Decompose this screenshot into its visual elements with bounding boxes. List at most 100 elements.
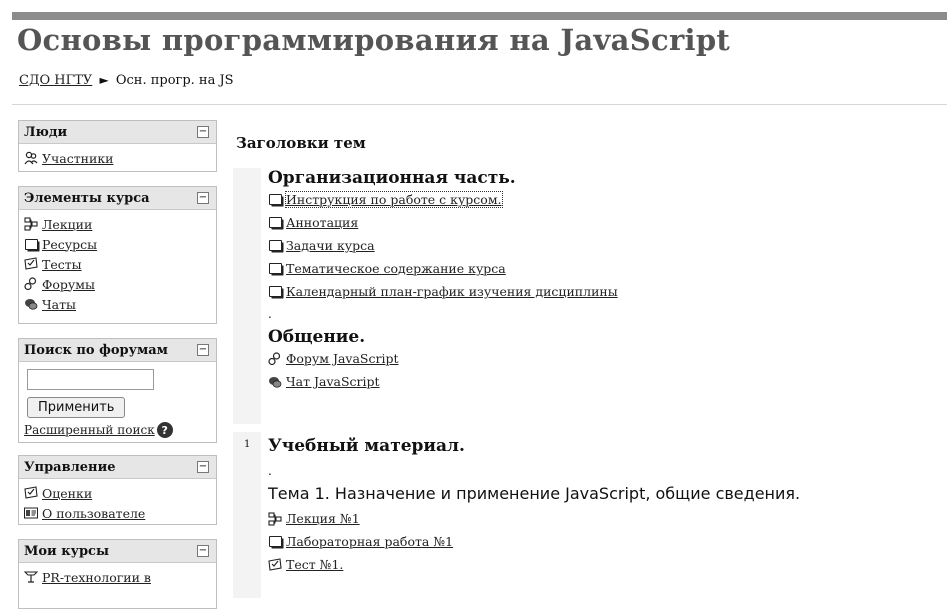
participants-icon [24, 151, 38, 165]
my-courses-block: Мои курсы − PR-технологии в [18, 539, 217, 609]
topic-title: Тема 1. Назначение и применение JavaScri… [268, 484, 801, 503]
forum-link[interactable]: Форум JavaScript [268, 347, 618, 370]
sidebar-item-quizzes[interactable]: Тесты [24, 254, 211, 274]
sidebar-item-label[interactable]: Форумы [42, 277, 95, 292]
chat-icon [268, 375, 282, 389]
section-number: 1 [244, 439, 251, 450]
sidebar-item-label[interactable]: PR-технологии в [42, 570, 151, 585]
resource-icon [268, 193, 282, 207]
administration-block: Управление − Оценки О пользователе [18, 455, 217, 525]
sidebar-item-chats[interactable]: Чаты [24, 294, 211, 314]
resource-icon [268, 285, 282, 299]
separator-dot: . [268, 464, 272, 478]
my-courses-title: Мои курсы [24, 544, 109, 559]
apply-button[interactable]: Применить [27, 397, 126, 418]
resource-link-label[interactable]: Лабораторная работа №1 [286, 534, 453, 549]
sidebar-item-profile[interactable]: О пользователе [24, 503, 211, 523]
sidebar-item-lectures[interactable]: Лекции [24, 214, 211, 234]
sidebar-item-forums[interactable]: Форумы [24, 274, 211, 294]
resource-link[interactable]: Инструкция по работе с курсом. [268, 188, 618, 211]
section-title: Организационная часть. [268, 168, 516, 188]
resource-link-label[interactable]: Календарный план-график изучения дисципл… [286, 284, 618, 299]
breadcrumb: СДО НГТУ ► Осн. прогр. на JS [19, 73, 234, 88]
section-1: 1 Учебный материал. . Тема 1. Назначение… [233, 432, 947, 598]
sidebar-item-label[interactable]: Оценки [42, 486, 92, 501]
sidebar-item-label[interactable]: Тесты [42, 257, 82, 272]
resource-icon [268, 239, 282, 253]
sidebar-item-label[interactable]: Лекции [42, 217, 92, 232]
quiz-icon [24, 257, 38, 271]
section-side [233, 168, 261, 424]
resource-link[interactable]: Тематическое содержание курса [268, 257, 618, 280]
sidebar-item-label[interactable]: Участники [42, 151, 113, 166]
advanced-search-link[interactable]: Расширенный поиск [24, 423, 155, 437]
resource-link[interactable]: Лабораторная работа №1 [268, 530, 800, 553]
sidebar-item-label[interactable]: Чаты [42, 297, 76, 312]
help-icon[interactable]: ? [156, 422, 173, 438]
resource-link[interactable]: Аннотация [268, 211, 618, 234]
forum-icon [24, 277, 38, 291]
my-courses-header: Мои курсы − [19, 540, 216, 563]
forum-search-header: Поиск по форумам − [19, 339, 216, 362]
chat-link-label[interactable]: Чат JavaScript [286, 374, 380, 389]
forum-search-block: Поиск по форумам − Применить Расширенный… [18, 338, 217, 443]
forum-search-title: Поиск по форумам [24, 343, 168, 358]
resource-icon [268, 535, 282, 549]
quiz-link-label[interactable]: Тест №1. [286, 557, 343, 572]
quiz-icon [268, 557, 282, 572]
resource-link-label[interactable]: Инструкция по работе с курсом. [285, 191, 503, 208]
topics-heading: Заголовки тем [236, 134, 366, 152]
people-block-title: Люди [24, 125, 68, 140]
administration-title: Управление [24, 460, 116, 475]
header-bar [12, 12, 947, 20]
course-elements-title: Элементы курса [24, 191, 150, 206]
resource-icon [268, 262, 282, 276]
section-0: Организационная часть. Инструкция по раб… [233, 168, 947, 424]
resource-link-label[interactable]: Тематическое содержание курса [286, 261, 506, 276]
people-block-header: Люди − [19, 121, 216, 144]
course-elements-header: Элементы курса − [19, 187, 216, 210]
section-side [233, 432, 261, 598]
breadcrumb-home-link[interactable]: СДО НГТУ [19, 73, 92, 88]
sidebar-item-grades[interactable]: Оценки [24, 483, 211, 503]
resource-link[interactable]: Календарный план-график изучения дисципл… [268, 280, 618, 303]
administration-header: Управление − [19, 456, 216, 479]
profile-icon [24, 506, 38, 520]
collapse-toggle[interactable]: − [197, 461, 209, 473]
people-block: Люди − Участники [18, 120, 217, 172]
resource-icon [24, 237, 38, 251]
quiz-link[interactable]: Тест №1. [268, 553, 800, 576]
lecture-link-label[interactable]: Лекция №1 [286, 511, 360, 526]
forum-search-input[interactable] [27, 369, 154, 390]
grades-icon [24, 486, 38, 500]
course-elements-block: Элементы курса − Лекции Ресурсы Тесты Фо… [18, 186, 217, 324]
resource-link-label[interactable]: Аннотация [286, 215, 358, 230]
separator-dot: . [268, 307, 272, 321]
breadcrumb-separator: ► [99, 73, 109, 87]
sidebar-item-participants[interactable]: Участники [24, 148, 211, 168]
subsection-title: Общение. [268, 327, 366, 347]
sidebar-item-label[interactable]: Ресурсы [42, 237, 97, 252]
collapse-toggle[interactable]: − [197, 344, 209, 356]
lecture-icon [24, 217, 38, 231]
resource-link[interactable]: Задачи курса [268, 234, 618, 257]
sidebar-item-label[interactable]: О пользователе [42, 506, 145, 521]
course-icon [24, 570, 38, 584]
lecture-icon [268, 511, 282, 526]
divider [12, 104, 947, 105]
sidebar-item-course[interactable]: PR-технологии в [24, 567, 211, 587]
collapse-toggle[interactable]: − [197, 545, 209, 557]
collapse-toggle[interactable]: − [197, 192, 209, 204]
forum-link-label[interactable]: Форум JavaScript [286, 351, 399, 366]
chat-link[interactable]: Чат JavaScript [268, 370, 618, 393]
chat-icon [24, 297, 38, 311]
advanced-search: Расширенный поиск ? [24, 422, 211, 438]
collapse-toggle[interactable]: − [197, 126, 209, 138]
section-title: Учебный материал. [268, 436, 465, 456]
resource-link-label[interactable]: Задачи курса [286, 238, 375, 253]
lecture-link[interactable]: Лекция №1 [268, 507, 800, 530]
breadcrumb-current: Осн. прогр. на JS [115, 73, 234, 88]
page-title: Основы программирования на JavaScript [17, 23, 731, 57]
resource-icon [268, 216, 282, 230]
sidebar-item-resources[interactable]: Ресурсы [24, 234, 211, 254]
